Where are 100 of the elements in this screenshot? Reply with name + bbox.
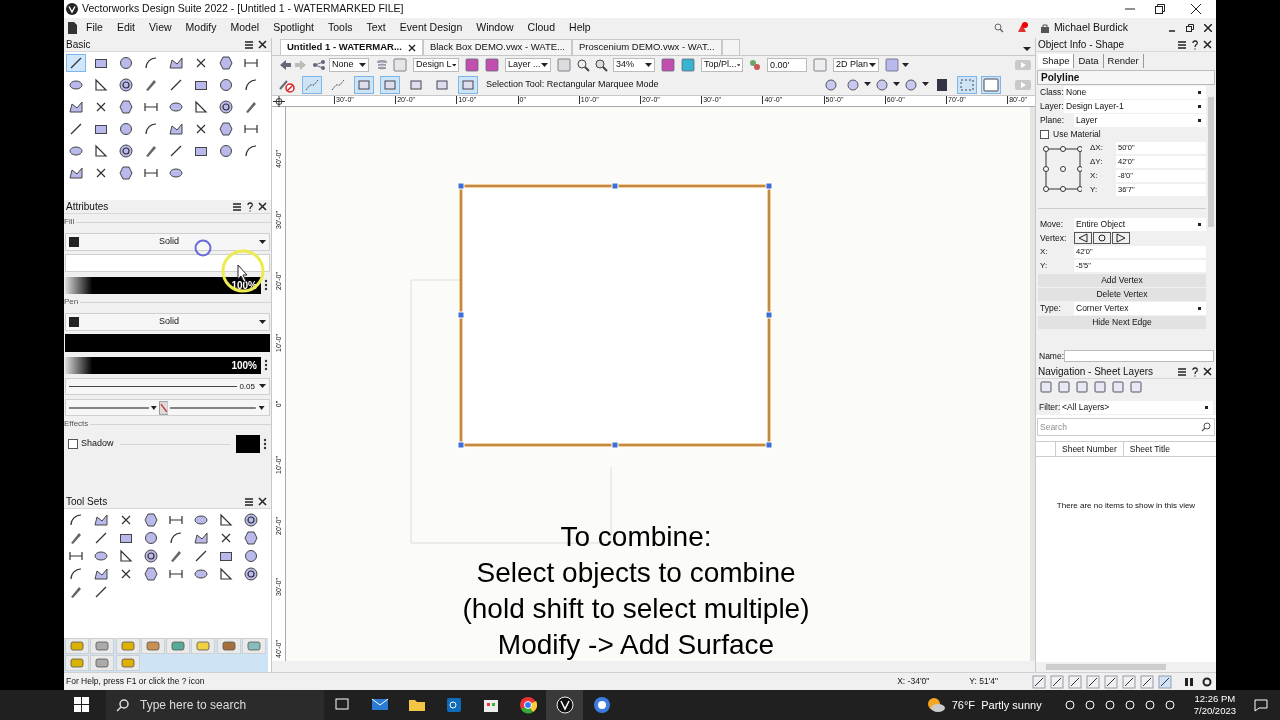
- tool-set-icon[interactable]: [246, 640, 261, 652]
- snap-icon[interactable]: [1032, 674, 1046, 689]
- clock-date[interactable]: 7/20/2023: [1193, 705, 1236, 717]
- restore-icon[interactable]: [1155, 4, 1165, 14]
- snap-icon[interactable]: [1068, 674, 1082, 689]
- document-tab[interactable]: Black Box DEMO.vwx - WATE...: [422, 39, 572, 55]
- close-icon[interactable]: [1203, 40, 1212, 49]
- dropdown[interactable]: None: [329, 58, 369, 72]
- dropdown[interactable]: Top/Pl...: [701, 58, 743, 72]
- menu-item[interactable]: Window: [476, 20, 514, 36]
- corner-icon[interactable]: [118, 548, 134, 564]
- pen-icon[interactable]: [243, 99, 259, 115]
- spiral-icon[interactable]: [243, 512, 259, 528]
- spiral-icon[interactable]: [118, 143, 134, 159]
- rotation-field[interactable]: 0.00': [767, 58, 807, 72]
- style-dropdown[interactable]: Solid: [65, 233, 270, 251]
- menu-item[interactable]: View: [149, 20, 172, 36]
- selected-rectangle[interactable]: [457, 182, 773, 449]
- zoom-icon[interactable]: [594, 58, 608, 72]
- button[interactable]: Hide Next Edge: [1038, 316, 1206, 329]
- scrollbar[interactable]: [1030, 107, 1035, 661]
- button[interactable]: Add Vertex: [1038, 274, 1206, 287]
- arc-icon[interactable]: [143, 121, 159, 137]
- restore-icon[interactable]: [1186, 24, 1194, 32]
- next-vertex-icon[interactable]: [1116, 233, 1126, 243]
- checkbox[interactable]: [68, 439, 78, 449]
- hexagon-icon[interactable]: [143, 566, 159, 582]
- column-header[interactable]: Sheet Number: [1056, 441, 1124, 457]
- clock-time[interactable]: 12:26 PM: [1194, 693, 1236, 705]
- view-icon[interactable]: [661, 58, 675, 72]
- corner-icon[interactable]: [193, 99, 209, 115]
- vertex-icon[interactable]: [1097, 233, 1107, 243]
- menu-icon[interactable]: [232, 201, 242, 212]
- snap-icon[interactable]: [1158, 674, 1172, 689]
- checkbox[interactable]: [1040, 129, 1049, 139]
- vectorworks-icon[interactable]: [555, 696, 574, 714]
- tab[interactable]: Data: [1074, 54, 1104, 68]
- menu-icon[interactable]: [244, 39, 254, 50]
- menu-item[interactable]: Text: [366, 20, 386, 36]
- mode-icon[interactable]: [380, 75, 400, 94]
- snap-icon[interactable]: [1122, 674, 1136, 689]
- back-arrow-icon[interactable]: [278, 59, 292, 71]
- search-icon[interactable]: [1201, 422, 1211, 432]
- hexagon-icon[interactable]: [118, 99, 134, 115]
- shadow-color-swatch[interactable]: [236, 435, 260, 453]
- fill-color-swatch[interactable]: [65, 254, 270, 272]
- dropdown[interactable]: Corner Vertex: [1074, 301, 1206, 315]
- more-icon[interactable]: [262, 279, 270, 291]
- spiral-icon[interactable]: [118, 77, 134, 93]
- polygon-icon[interactable]: [193, 530, 209, 546]
- origin-icon[interactable]: [272, 96, 286, 107]
- arc-icon[interactable]: [68, 512, 84, 528]
- ellipse-icon[interactable]: [68, 77, 84, 93]
- chrome-icon[interactable]: [518, 696, 537, 714]
- dropdown[interactable]: Layer ...: [505, 58, 551, 72]
- class-icon[interactable]: [312, 59, 326, 71]
- menu-item[interactable]: Cloud: [527, 20, 556, 36]
- search-field[interactable]: Search: [1037, 418, 1215, 436]
- menu-icon[interactable]: [1177, 366, 1187, 377]
- snap-icon[interactable]: [1086, 674, 1100, 689]
- help-icon[interactable]: [246, 201, 254, 212]
- menu-item[interactable]: Modify: [185, 20, 217, 36]
- close-icon[interactable]: [1191, 4, 1201, 14]
- input-field[interactable]: [1064, 350, 1214, 362]
- ellipse-icon[interactable]: [168, 99, 184, 115]
- line-icon[interactable]: [168, 77, 184, 93]
- pen-color-swatch[interactable]: [65, 334, 270, 352]
- thickness-dropdown[interactable]: 0.05: [65, 378, 270, 395]
- pen-icon[interactable]: [168, 548, 184, 564]
- snap-icon[interactable]: [1104, 674, 1118, 689]
- tool-set-icon[interactable]: [171, 640, 185, 652]
- arc-icon[interactable]: [143, 55, 159, 71]
- hexagon-icon[interactable]: [118, 165, 134, 181]
- ellipse-icon[interactable]: [193, 566, 209, 582]
- pause-icon[interactable]: [1184, 676, 1194, 687]
- outlook-icon[interactable]: [444, 696, 463, 714]
- close-icon[interactable]: [1203, 367, 1212, 376]
- pen-icon[interactable]: [68, 584, 84, 600]
- help-icon[interactable]: [1191, 366, 1199, 377]
- tab[interactable]: Render: [1103, 54, 1144, 68]
- line-icon[interactable]: [168, 143, 184, 159]
- hexagon-icon[interactable]: [243, 530, 259, 546]
- hexagon-icon[interactable]: [218, 55, 234, 71]
- tool-set-icon[interactable]: [196, 640, 211, 652]
- settings-icon[interactable]: [1202, 676, 1212, 687]
- hexagon-icon[interactable]: [218, 121, 234, 137]
- dropdown[interactable]: Design L: [413, 58, 459, 72]
- ellipse-icon[interactable]: [68, 143, 84, 159]
- menu-item[interactable]: Model: [230, 20, 260, 36]
- search-field[interactable]: Type here to search: [106, 690, 324, 720]
- line-style-dropdown[interactable]: [170, 404, 266, 411]
- corner-icon[interactable]: [218, 512, 234, 528]
- panel-icon[interactable]: [935, 76, 949, 93]
- notifications-icon[interactable]: [1254, 698, 1268, 712]
- arc-icon[interactable]: [243, 77, 259, 93]
- circle-icon[interactable]: [118, 55, 134, 71]
- link-icon[interactable]: [158, 400, 169, 415]
- tool-set-icon[interactable]: [120, 657, 135, 669]
- pen-icon[interactable]: [143, 77, 159, 93]
- more-icon[interactable]: [262, 359, 270, 371]
